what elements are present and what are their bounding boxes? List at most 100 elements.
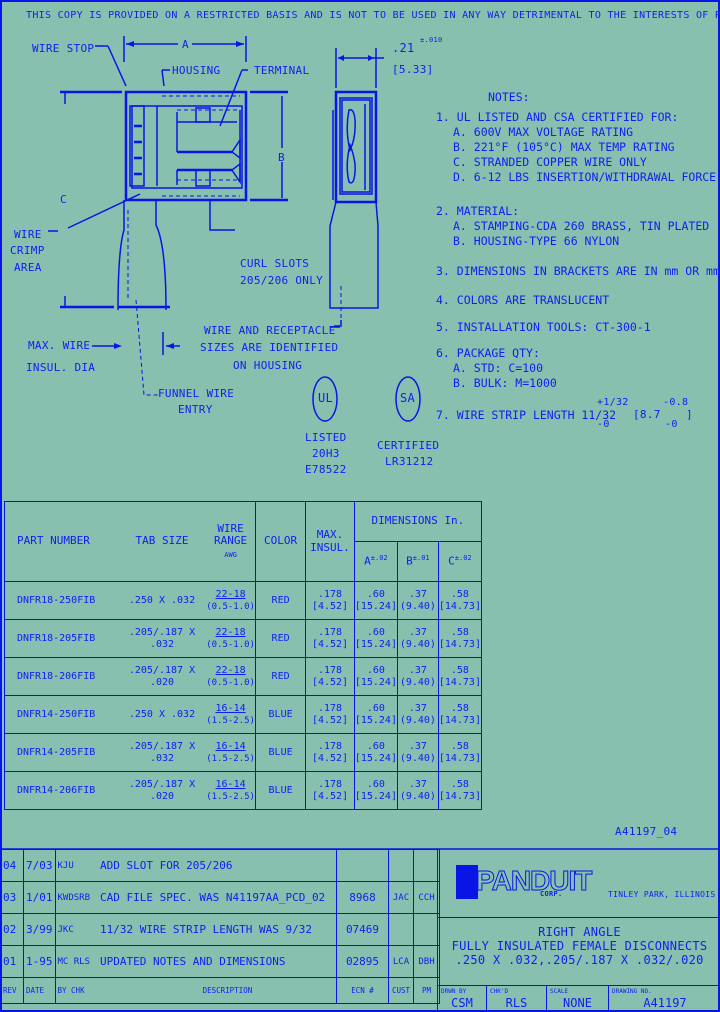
cell-dim-b: .37 (9.40): [396, 771, 439, 810]
table-row: DNFR14-250FIB .250 X .032 16-14 (1.5-2.5) BL…: [3, 695, 483, 734]
cell-part-number: DNFR18-205FIB: [3, 619, 118, 658]
rev-number: 04: [0, 849, 24, 882]
cell-wire-range: 22-18 (0.5-1.0): [206, 619, 256, 658]
rev-cust: LCA: [388, 945, 414, 978]
receptacle-note-2: SIZES ARE IDENTIFIED: [200, 341, 339, 354]
cell-color: RED: [254, 657, 307, 696]
strip-mm-close: ]: [686, 408, 693, 421]
note-1c: C. STRANDED COPPER WIRE ONLY: [453, 155, 647, 169]
note-6a: A. STD: C=100: [453, 361, 544, 375]
width-tol: ±.010: [420, 36, 443, 44]
rev-description: CAD FILE SPEC. WAS N41197AA_PCD_02: [92, 881, 338, 914]
curl-slots-label-2: 205/206 ONLY: [240, 274, 324, 287]
rev-by: JKC: [54, 913, 93, 946]
note-4: 4. COLORS ARE TRANSLUCENT: [436, 293, 610, 307]
ul-listed: LISTED: [305, 431, 347, 444]
header-color: COLOR: [254, 501, 307, 582]
note-2a: A. STAMPING-CDA 260 BRASS, TIN PLATED: [453, 219, 710, 233]
checked-by-cell: CHK'D RLS: [486, 986, 546, 1012]
note-3: 3. DIMENSIONS IN BRACKETS ARE IN mm OR m…: [436, 264, 720, 278]
note-1a: A. 600V MAX VOLTAGE RATING: [453, 125, 634, 139]
header-dimensions: DIMENSIONS In.: [353, 501, 483, 542]
wire-crimp-area-label-2: CRIMP: [10, 244, 45, 257]
cell-dim-a: .60 [15.24]: [353, 619, 398, 658]
dim-c-label: C: [60, 193, 67, 206]
wire-crimp-area-label-1: WIRE: [14, 228, 42, 241]
cell-dim-b: .37 (9.40): [396, 657, 439, 696]
rev-pm: DBH: [413, 945, 440, 978]
cell-color: RED: [254, 619, 307, 658]
rev-ecn: 07469: [336, 913, 389, 946]
dim-b-label: B: [278, 151, 285, 164]
cell-tab-size: .205/.187 X .032: [117, 733, 207, 772]
strip-mm-tol-plus: -0.8: [663, 397, 689, 408]
receptacle-note-3: ON HOUSING: [233, 359, 303, 372]
cell-color: BLUE: [254, 695, 307, 734]
max-wire-insul-label-1: MAX. WIRE: [28, 339, 91, 352]
header-tab-size: TAB SIZE: [117, 501, 207, 582]
rev-footer-date: DATE: [23, 977, 56, 1004]
cell-max-insul: .178 [4.52]: [305, 619, 355, 658]
cell-dim-c: .58 [14.73]: [437, 771, 483, 810]
strip-mm: [8.7: [633, 408, 661, 421]
rev-pm: [413, 913, 440, 946]
cell-dim-c: .58 [14.73]: [437, 733, 483, 772]
wire-stop-label: WIRE STOP: [32, 42, 95, 55]
width-dim: .21: [392, 41, 415, 55]
cell-color: RED: [254, 581, 307, 620]
panduit-logo-icon: [456, 865, 478, 899]
rev-description: 11/32 WIRE STRIP LENGTH WAS 9/32: [92, 913, 338, 946]
cell-dim-c: .58 [14.73]: [437, 619, 483, 658]
csa-file: LR31212: [385, 455, 434, 468]
rev-footer-desc: BY CHK DESCRIPTION: [54, 977, 337, 1004]
cell-color: BLUE: [254, 733, 307, 772]
cell-max-insul: .178 [4.52]: [305, 733, 355, 772]
side-view-drawing: [48, 36, 384, 396]
cell-dim-b: .37 (9.40): [396, 619, 439, 658]
drawing-title: RIGHT ANGLE FULLY INSULATED FEMALE DISCO…: [438, 917, 720, 987]
note-6: 6. PACKAGE QTY:: [436, 346, 540, 360]
cell-wire-range: 16-14 (1.5-2.5): [206, 733, 256, 772]
cell-dim-b: .37 (9.40): [396, 695, 439, 734]
rev-footer-cust: CUST: [388, 977, 414, 1004]
cell-wire-range: 22-18 (0.5-1.0): [206, 581, 256, 620]
header-part-number: PART NUMBER: [3, 501, 118, 582]
parts-table: PART NUMBER TAB SIZE WIRE RANGE AWG COLOR …: [3, 501, 483, 810]
cell-tab-size: .205/.187 X .020: [117, 771, 207, 810]
funnel-wire-entry-label-2: ENTRY: [178, 403, 213, 416]
rev-cust: [388, 849, 414, 882]
rev-footer-pm: PM: [413, 977, 440, 1004]
drawn-by-cell: DRWN BY CSM: [441, 988, 473, 1010]
cell-part-number: DNFR18-250FIB: [3, 581, 118, 620]
table-row: DNFR18-206FIB .205/.187 X .020 22-18 (0.5-1…: [3, 657, 483, 696]
header-dim-c: C±.02: [437, 541, 483, 582]
rev-pm: [413, 849, 440, 882]
cell-dim-b: .37 (9.40): [396, 581, 439, 620]
title-line-3: .250 X .032,.205/.187 X .032/.020: [455, 953, 704, 967]
note-7: 7. WIRE STRIP LENGTH 11/32: [436, 408, 617, 422]
cell-dim-a: .60 [15.24]: [353, 695, 398, 734]
ul-code: 20H3: [312, 447, 340, 460]
cell-tab-size: .250 X .032: [117, 581, 207, 620]
rev-ecn: [336, 849, 389, 882]
csa-certified: CERTIFIED: [377, 439, 440, 452]
ul-file: E78522: [305, 463, 347, 476]
note-2b: B. HOUSING-TYPE 66 NYLON: [453, 234, 620, 248]
company-corp: CORP.: [540, 890, 563, 898]
wire-crimp-area-label-3: AREA: [14, 261, 42, 274]
rev-footer-rev: REV: [0, 977, 24, 1004]
rev-date: 7/03: [23, 849, 56, 882]
cell-max-insul: .178 [4.52]: [305, 695, 355, 734]
header-max-insul: MAX. INSUL.: [305, 501, 355, 582]
note-1b: B. 221°F (105°C) MAX TEMP RATING: [453, 140, 675, 154]
header-wire-range: WIRE RANGE AWG: [206, 501, 256, 582]
housing-label: HOUSING: [172, 64, 221, 77]
title-line-1: RIGHT ANGLE: [538, 925, 621, 939]
rev-number: 02: [0, 913, 24, 946]
rev-description: UPDATED NOTES AND DIMENSIONS: [92, 945, 338, 978]
file-id: A41197_04: [615, 825, 678, 838]
cell-tab-size: .205/.187 X .020: [117, 657, 207, 696]
rev-cust: [388, 913, 414, 946]
strip-mm-tol-minus: -0: [665, 419, 678, 430]
note-2: 2. MATERIAL:: [436, 204, 520, 218]
